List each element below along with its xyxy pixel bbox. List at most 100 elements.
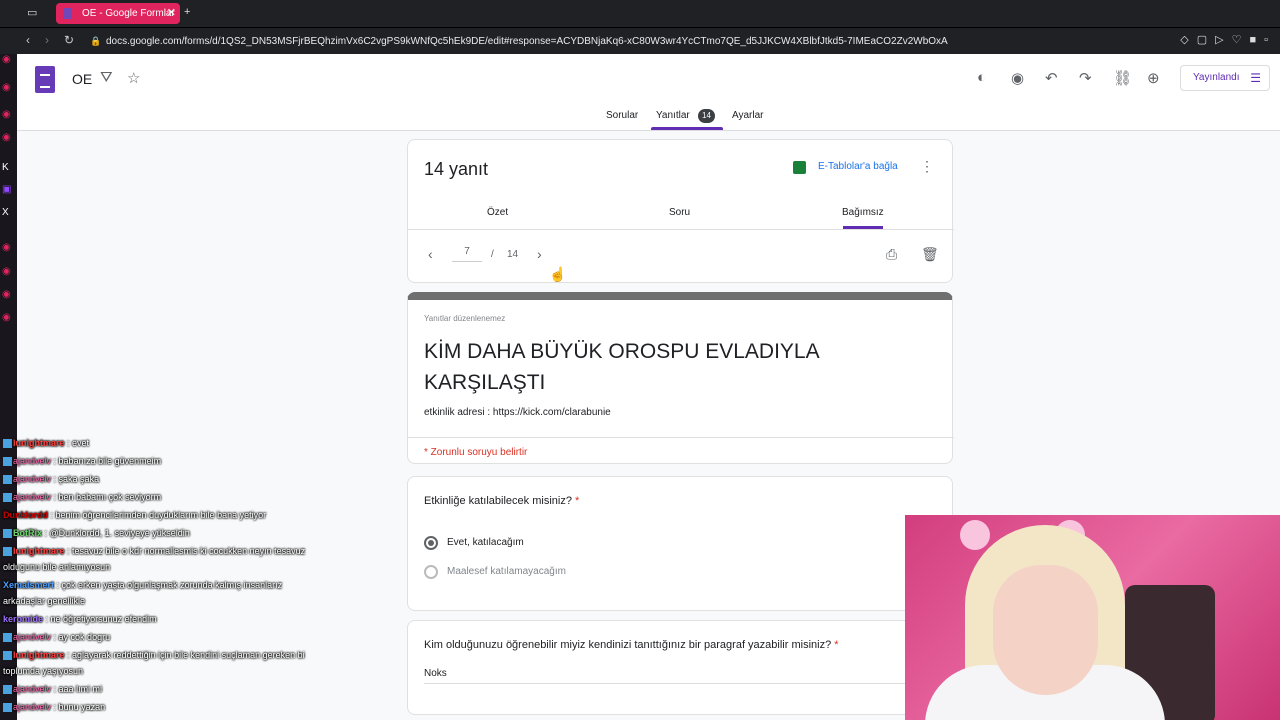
browser-tab-active[interactable]: OE - Google Formlar ✕ (56, 3, 180, 24)
redo-icon[interactable]: ↷ (1079, 69, 1092, 87)
tab-close-icon[interactable]: ✕ (167, 3, 176, 24)
form-header-card: Yanıtlar düzenlenemez KİM DAHA BÜYÜK ORO… (407, 292, 954, 464)
webcam-overlay (905, 515, 1280, 720)
star-icon[interactable]: ☆ (127, 69, 140, 87)
subtab-individual[interactable]: Bağımsız (842, 207, 884, 218)
move-to-drive-icon[interactable]: ⛛ (100, 69, 113, 86)
option-label-no: Maalesef katılamayacağım (447, 566, 566, 577)
radio-option-no[interactable] (424, 565, 438, 579)
lock-icon: 🔒 (90, 36, 102, 46)
publish-button[interactable]: Yayınlandı ☰ (1180, 65, 1270, 91)
chat-message: lunightmare : evet (3, 438, 89, 449)
back-icon[interactable]: ‹ (26, 33, 30, 47)
sidebar-icon-3: ◉ (2, 109, 11, 120)
question-title: Etkinliğe katılabilecek misiniz? * (424, 495, 579, 507)
tab-settings[interactable]: Ayarlar (732, 110, 764, 121)
page-separator: / (491, 249, 494, 260)
reload-icon[interactable]: ↻ (64, 33, 74, 47)
sidebar-icon-5: ◉ (2, 242, 11, 253)
chat-message: lunightmare : tesavuz bile o kdr normall… (3, 546, 305, 557)
chat-message: keromide : ne öğretiyorsunuz efendim (3, 614, 157, 624)
chat-message: ajandvelv : babanıza bile güvenmeim (3, 456, 161, 467)
responses-summary-card: 14 yanıt E-Tablolar'a bağla ⋮ Özet Soru … (407, 139, 954, 283)
sidebar-icon-7: ◉ (2, 289, 11, 300)
question-title: Kim olduğunuzu öğrenebilir miyiz kendini… (424, 639, 839, 651)
page-number-input[interactable]: 7 (452, 246, 482, 262)
forms-favicon-icon (63, 8, 72, 19)
chat-message: Xemalsmert : çok erken yaşta olgunlaşmak… (3, 580, 283, 590)
publish-label: Yayınlandı (1193, 72, 1240, 83)
customize-theme-icon[interactable]: ◐ (977, 69, 986, 86)
sidebar-icon-1: ◉ (2, 54, 11, 65)
tab-title: OE - Google Formlar (82, 8, 175, 19)
question-text: Etkinliğe katılabilecek misiniz? (424, 495, 572, 507)
new-tab-icon[interactable]: + (184, 6, 190, 18)
mouse-cursor-icon: ☝ (549, 266, 567, 282)
readonly-note: Yanıtlar düzenlenemez (424, 314, 506, 323)
option-label-yes: Evet, katılacağım (447, 537, 524, 548)
answer-text: Noks (424, 668, 447, 679)
radio-option-yes[interactable] (424, 536, 438, 550)
x-icon: X (2, 207, 9, 218)
required-note: * Zorunlu soruyu belirtir (424, 447, 528, 458)
cat-ear-left (960, 520, 990, 550)
next-response-icon[interactable]: › (537, 246, 542, 262)
forms-header: OE ⛛ ☆ ◐ ◉ ↶ ↷ ⛓ ⊕ Yayınlandı ☰ Sorular … (17, 54, 1280, 131)
subtab-question[interactable]: Soru (669, 207, 690, 218)
link-icon[interactable]: ⛓ (1113, 69, 1132, 87)
sidebar-icon-6: ◉ (2, 266, 11, 277)
sidebar-icon-8: ◉ (2, 312, 11, 323)
link-to-sheets-button[interactable]: E-Tablolar'a bağla (793, 161, 898, 174)
total-pages: 14 (507, 249, 519, 260)
url-field[interactable]: 🔒 docs.google.com/forms/d/1QS2_DN53MSFjr… (90, 31, 1160, 52)
tab-responses[interactable]: Yanıtlar (656, 110, 690, 121)
form-title[interactable]: OE (72, 71, 92, 87)
streamer-face (993, 565, 1098, 695)
undo-icon[interactable]: ↶ (1045, 69, 1058, 87)
tab-questions[interactable]: Sorular (606, 110, 638, 121)
kick-icon: K (2, 162, 9, 173)
question-card-intro: Kim olduğunuzu öğrenebilir miyiz kendini… (407, 620, 953, 715)
question-text: Kim olduğunuzu öğrenebilir miyiz kendini… (424, 639, 832, 651)
chat-message: BotRix : @Dunklordd, 1. seviyeye yükseld… (3, 528, 190, 539)
chat-message: Dunklordd : benim öğrencilerimden duyduk… (3, 510, 267, 520)
form-description: etkinlik adresi : https://kick.com/clara… (424, 407, 611, 418)
chat-message: ajandvelv : bunu yazan (3, 702, 105, 713)
chat-message: arkadaşlar genellikle (3, 596, 86, 606)
tab-search-icon[interactable]: ▭ (27, 6, 37, 19)
tune-icon: ☰ (1250, 71, 1261, 85)
chat-message: toplumda yaşıyosun (3, 666, 84, 676)
active-tab-indicator (651, 127, 723, 130)
sheets-icon (793, 161, 806, 174)
preview-eye-icon[interactable]: ◉ (1011, 69, 1024, 87)
add-collaborator-icon[interactable]: ⊕ (1147, 69, 1160, 87)
google-forms-logo-icon[interactable] (35, 66, 55, 93)
sidebar-icon-2: ◉ (2, 82, 11, 93)
chat-message: oldugunu bile anlamıyosun (3, 562, 111, 572)
required-mark: * (834, 639, 839, 651)
browser-tab-bar: ▭ OE - Google Formlar ✕ + (0, 0, 1280, 27)
divider (408, 437, 954, 438)
chat-message: ajandvelv : ben babamı çok seviyorm (3, 492, 161, 503)
answer-underline (424, 683, 924, 684)
subtab-summary[interactable]: Özet (487, 207, 508, 218)
form-heading: KİM DAHA BÜYÜK OROSPU EVLADIYLA KARŞILAŞ… (424, 340, 819, 394)
print-icon[interactable]: ⎙ (886, 246, 897, 263)
address-bar-row: ‹ › ↻ 🔒 docs.google.com/forms/d/1QS2_DN5… (0, 27, 1280, 54)
divider (408, 229, 954, 230)
stream-chat-overlay: lunightmare : evet ajandvelv : babanıza … (0, 436, 400, 720)
previous-response-icon[interactable]: ‹ (428, 246, 433, 262)
url-text: docs.google.com/forms/d/1QS2_DN53MSFjrBE… (106, 36, 948, 47)
sidebar-icon-4: ◉ (2, 132, 11, 143)
question-card-attendance: Etkinliğe katılabilecek misiniz? * Evet,… (407, 476, 953, 611)
forward-icon[interactable]: › (45, 33, 49, 47)
chat-message: ajandvelv : şaka şaka (3, 474, 99, 485)
more-options-icon[interactable]: ⋮ (920, 158, 934, 175)
twitch-icon: ▣ (2, 184, 12, 195)
delete-icon[interactable]: 🗑 (921, 246, 939, 263)
required-mark: * (575, 495, 580, 507)
chat-message: lunightmare : aglayarak reddettiğin için… (3, 650, 305, 661)
chat-message: ajandvelv : aaa lımi mi (3, 684, 102, 695)
browser-extension-icons[interactable]: ◇▢▷♡■▫ (1180, 33, 1276, 46)
responses-count-badge: 14 (698, 109, 715, 123)
